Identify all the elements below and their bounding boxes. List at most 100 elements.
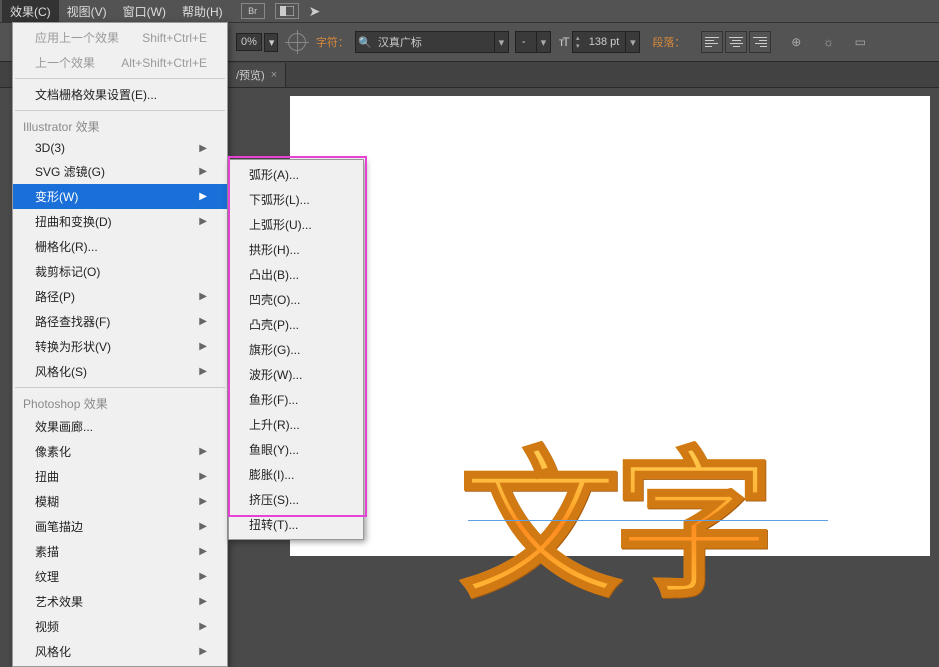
separator (15, 387, 225, 388)
menu-ai-item[interactable]: 扭曲和变换(D)▶ (13, 209, 227, 234)
chevron-down-icon: ▾ (625, 32, 639, 52)
warp-option[interactable]: 下弧形(L)... (229, 187, 363, 212)
warp-option[interactable]: 扭转(T)... (229, 512, 363, 537)
menu-ps-item[interactable]: 艺术效果▶ (13, 589, 227, 614)
submenu-arrow-icon: ▶ (199, 191, 207, 202)
menu-view[interactable]: 视图(V) (59, 0, 115, 23)
menu-item-label: 路径(P) (35, 288, 75, 305)
search-icon: 🔍 (356, 36, 374, 49)
menu-ps-item[interactable]: 画笔描边▶ (13, 514, 227, 539)
chevron-down-icon: ▾ (494, 32, 508, 52)
menu-item-label: 风格化(S) (35, 363, 87, 380)
warp-icon[interactable]: ☼ (817, 31, 839, 53)
bridge-icon[interactable]: Br (241, 3, 265, 19)
menu-ps-item[interactable]: 视频▶ (13, 614, 227, 639)
warp-option[interactable]: 膨胀(I)... (229, 462, 363, 487)
warp-option[interactable]: 凹壳(O)... (229, 287, 363, 312)
menu-item-label: 变形(W) (35, 188, 78, 205)
menu-ps-item[interactable]: 效果画廊... (13, 414, 227, 439)
menu-item-label: 像素化 (35, 443, 71, 460)
close-icon[interactable]: × (271, 69, 277, 81)
effects-menu: 应用上一个效果Shift+Ctrl+E 上一个效果Alt+Shift+Ctrl+… (12, 22, 228, 667)
menubar: 效果(C) 视图(V) 窗口(W) 帮助(H) Br ➤ (0, 0, 939, 22)
menu-item-label: 素描 (35, 543, 59, 560)
submenu-arrow-icon: ▶ (199, 521, 207, 532)
menu-item-label: 效果画廊... (35, 418, 93, 435)
menu-ai-item[interactable]: 转换为形状(V)▶ (13, 334, 227, 359)
align-right-button[interactable] (749, 31, 771, 53)
submenu-arrow-icon: ▶ (199, 596, 207, 607)
warp-option[interactable]: 凸出(B)... (229, 262, 363, 287)
menu-last-effect[interactable]: 上一个效果Alt+Shift+Ctrl+E (13, 50, 227, 75)
registration-icon[interactable] (288, 33, 306, 51)
warp-option[interactable]: 凸壳(P)... (229, 312, 363, 337)
menu-raster-settings[interactable]: 文档栅格效果设置(E)... (13, 82, 227, 107)
warp-option[interactable]: 鱼形(F)... (229, 387, 363, 412)
menu-ai-item[interactable]: 栅格化(R)... (13, 234, 227, 259)
menu-ps-item[interactable]: 像素化 ▶ (13, 439, 227, 464)
warp-option[interactable]: 挤压(S)... (229, 487, 363, 512)
menu-item-label: 3D(3) (35, 141, 65, 155)
font-style-value: - (516, 36, 536, 48)
menu-apply-last-effect[interactable]: 应用上一个效果Shift+Ctrl+E (13, 25, 227, 50)
menu-ai-item[interactable]: 裁剪标记(O) (13, 259, 227, 284)
submenu-arrow-icon: ▶ (199, 496, 207, 507)
warp-option[interactable]: 旗形(G)... (229, 337, 363, 362)
warp-submenu: 弧形(A)...下弧形(L)...上弧形(U)...拱形(H)...凸出(B).… (228, 159, 364, 540)
menu-ps-item[interactable]: 纹理▶ (13, 564, 227, 589)
warp-option[interactable]: 上弧形(U)... (229, 212, 363, 237)
transform-icon[interactable]: ▭ (849, 31, 871, 53)
submenu-arrow-icon: ▶ (199, 571, 207, 582)
artboard[interactable]: 文字 (290, 96, 930, 556)
menu-ai-item[interactable]: SVG 滤镜(G)▶ (13, 159, 227, 184)
section-illustrator: Illustrator 效果 (13, 114, 227, 137)
zoom-value[interactable]: 0% (236, 33, 262, 51)
submenu-arrow-icon: ▶ (199, 216, 207, 227)
separator (15, 110, 225, 111)
menu-ai-item[interactable]: 风格化(S)▶ (13, 359, 227, 384)
menu-ai-item[interactable]: 路径查找器(F) ▶ (13, 309, 227, 334)
menu-ai-item[interactable]: 变形(W) ▶ (13, 184, 227, 209)
menu-effects[interactable]: 效果(C) (2, 0, 59, 23)
text-object[interactable]: 文字 (460, 396, 768, 628)
text-baseline (468, 520, 828, 521)
menu-ps-item[interactable]: 风格化 ▶ (13, 639, 227, 664)
menu-item-label: 扭曲 (35, 468, 59, 485)
menu-ps-item[interactable]: 模糊▶ (13, 489, 227, 514)
align-center-button[interactable] (725, 31, 747, 53)
menu-ai-item[interactable]: 3D(3)▶ (13, 137, 227, 159)
font-size-dropdown[interactable]: ▴▾ 138 pt ▾ (572, 31, 641, 53)
menu-ps-item[interactable]: 素描▶ (13, 539, 227, 564)
submenu-arrow-icon: ▶ (199, 621, 207, 632)
menu-item-label: 路径查找器(F) (35, 313, 110, 330)
warp-option[interactable]: 弧形(A)... (229, 162, 363, 187)
warp-option[interactable]: 鱼眼(Y)... (229, 437, 363, 462)
submenu-arrow-icon: ▶ (199, 446, 207, 457)
zoom-dropdown-arrow[interactable]: ▾ (264, 33, 278, 52)
submenu-arrow-icon: ▶ (199, 316, 207, 327)
touch-type-icon[interactable]: ⊕ (785, 31, 807, 53)
section-photoshop: Photoshop 效果 (13, 391, 227, 414)
menu-window[interactable]: 窗口(W) (115, 0, 174, 23)
menu-help[interactable]: 帮助(H) (174, 0, 231, 23)
layout-icon[interactable] (275, 3, 299, 19)
menu-ai-item[interactable]: 路径(P)▶ (13, 284, 227, 309)
font-style-dropdown[interactable]: - ▾ (515, 31, 551, 53)
warp-option[interactable]: 波形(W)... (229, 362, 363, 387)
menu-item-label: 栅格化(R)... (35, 238, 98, 255)
font-size-icon: тT (559, 35, 568, 49)
align-left-button[interactable] (701, 31, 723, 53)
tab-label: /预览) (236, 67, 265, 83)
submenu-arrow-icon: ▶ (199, 166, 207, 177)
menu-ps-item[interactable]: 扭曲▶ (13, 464, 227, 489)
warp-option[interactable]: 上升(R)... (229, 412, 363, 437)
separator (15, 78, 225, 79)
submenu-arrow-icon: ▶ (199, 341, 207, 352)
rocket-icon[interactable]: ➤ (309, 3, 321, 20)
submenu-arrow-icon: ▶ (199, 646, 207, 657)
document-tab[interactable]: /预览) × (228, 63, 286, 87)
menu-item-label: 风格化 (35, 643, 71, 660)
font-family-dropdown[interactable]: 🔍 汉真广标 ▾ (355, 31, 509, 53)
paragraph-label: 段落： (652, 34, 685, 50)
warp-option[interactable]: 拱形(H)... (229, 237, 363, 262)
